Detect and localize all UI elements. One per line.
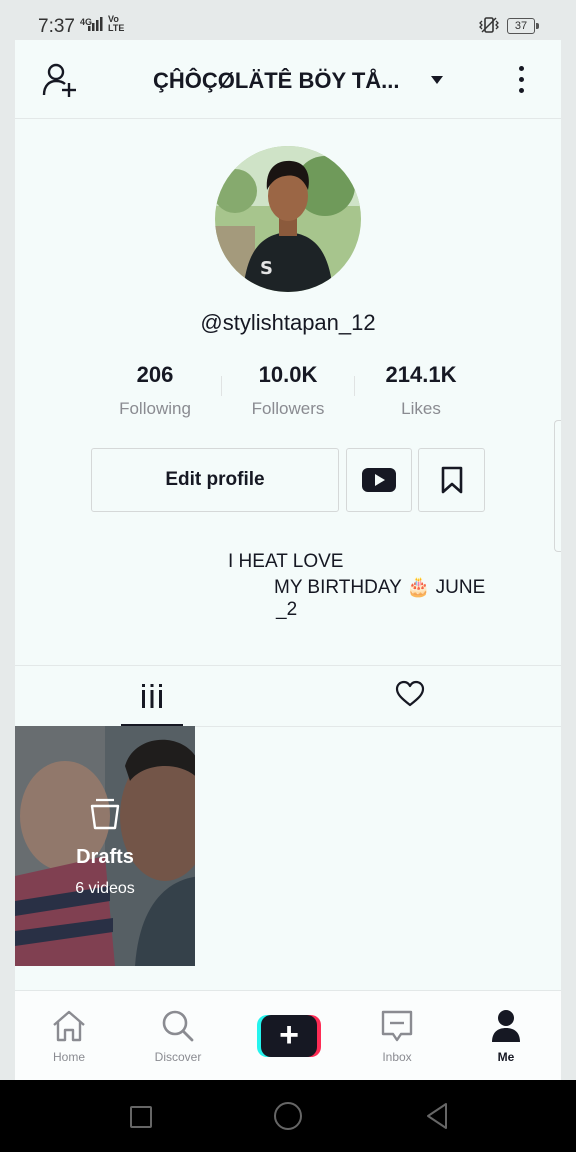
- profile-screen: ÇĤÔÇØLÄTÊ BÖY TÅ... S @stylishtapan_12 2…: [15, 40, 561, 1081]
- create-video-button[interactable]: +: [257, 1015, 321, 1057]
- nav-label: Discover: [154, 1050, 202, 1064]
- stat-following[interactable]: 206 Following: [88, 362, 222, 419]
- signal-icon: [88, 17, 103, 31]
- more-options-icon[interactable]: [519, 66, 524, 99]
- back-icon[interactable]: [425, 1102, 449, 1130]
- battery-indicator: 37: [507, 18, 539, 34]
- top-bar: ÇĤÔÇØLÄTÊ BÖY TÅ...: [15, 40, 561, 119]
- scroll-handle[interactable]: [554, 420, 561, 552]
- nav-label: Me: [497, 1050, 515, 1064]
- youtube-button[interactable]: [346, 448, 412, 512]
- system-nav-bar: [0, 1080, 576, 1152]
- account-switcher-title[interactable]: ÇĤÔÇØLÄTÊ BÖY TÅ...: [153, 68, 400, 94]
- search-icon: [162, 1010, 194, 1042]
- heart-icon[interactable]: [395, 680, 425, 708]
- youtube-icon: [362, 468, 396, 492]
- bookmark-icon: [441, 466, 462, 494]
- bio-line: MY BIRTHDAY 🎂 JUNE: [274, 577, 486, 598]
- status-bar: 7:37 4G Vo LTE 37: [0, 0, 576, 40]
- following-count: 206: [136, 362, 174, 387]
- stat-likes[interactable]: 214.1K Likes: [354, 362, 488, 419]
- nav-label: Home: [52, 1050, 85, 1064]
- add-user-icon[interactable]: [41, 62, 79, 98]
- tab-videos[interactable]: [121, 666, 183, 727]
- likes-count: 214.1K: [385, 362, 457, 387]
- following-label: Following: [119, 399, 191, 418]
- avatar[interactable]: S: [215, 146, 361, 292]
- home-button-icon[interactable]: [274, 1102, 302, 1130]
- home-icon: [53, 1010, 85, 1042]
- username: @stylishtapan_12: [200, 310, 376, 335]
- edit-profile-button[interactable]: Edit profile: [91, 448, 339, 512]
- drafts-icon: [90, 798, 120, 830]
- recents-icon[interactable]: [130, 1106, 152, 1128]
- bottom-nav: Home Discover + Inbox Me: [15, 990, 561, 1081]
- drafts-tile[interactable]: Drafts 6 videos: [15, 726, 195, 966]
- vibrate-icon: [479, 17, 499, 33]
- nav-discover[interactable]: Discover: [133, 1005, 223, 1064]
- nav-inbox[interactable]: Inbox: [352, 1005, 442, 1064]
- nav-label: Inbox: [382, 1050, 412, 1064]
- favorites-button[interactable]: [418, 448, 485, 512]
- plus-icon: +: [261, 1015, 317, 1057]
- bio-line: I HEAT LOVE: [228, 551, 344, 572]
- chevron-down-icon[interactable]: [431, 76, 443, 84]
- likes-label: Likes: [401, 399, 441, 418]
- volte-badge: Vo LTE: [108, 14, 125, 33]
- inbox-icon: [381, 1010, 413, 1042]
- drafts-count: 6 videos: [75, 880, 135, 897]
- stat-followers[interactable]: 10.0K Followers: [221, 362, 355, 419]
- person-icon: [492, 1010, 520, 1042]
- grid-icon: [142, 684, 162, 708]
- followers-count: 10.0K: [258, 362, 318, 387]
- nav-home[interactable]: Home: [24, 1005, 114, 1064]
- drafts-label: Drafts: [76, 846, 134, 868]
- content-tabs: [15, 665, 561, 727]
- followers-label: Followers: [251, 399, 325, 418]
- svg-text:S: S: [260, 258, 273, 279]
- bio-line: _2: [276, 599, 298, 620]
- clock: 7:37: [38, 16, 75, 37]
- nav-me[interactable]: Me: [461, 1005, 551, 1064]
